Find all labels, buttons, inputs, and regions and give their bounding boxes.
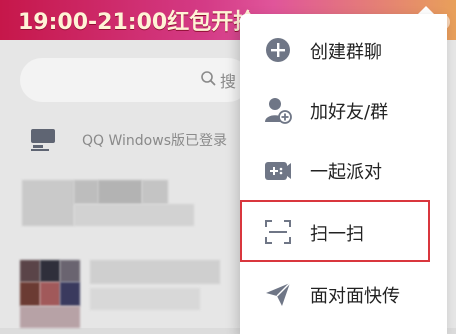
menu-item-label: 面对面快传 [310, 286, 400, 307]
highlight-annotation [240, 200, 430, 262]
banner-text: 19:00-21:00红包开抢 [18, 10, 256, 35]
menu-item-create-group[interactable]: 创建群聊 [240, 20, 447, 80]
send-plane-icon [266, 282, 291, 306]
monitor-icon [31, 129, 55, 151]
menu-item-label: 加好友/群 [310, 102, 389, 123]
menu-item-add-friend[interactable]: 加好友/群 [240, 80, 447, 140]
list-item[interactable] [0, 256, 240, 328]
search-placeholder: 搜 [220, 72, 237, 91]
menu-item-party[interactable]: 一起派对 [240, 140, 447, 200]
menu-item-label: 一起派对 [310, 162, 382, 183]
device-login-notice[interactable]: QQ Windows版已登录 [30, 126, 250, 156]
avatar [22, 180, 74, 226]
search-bar[interactable]: 搜 [20, 58, 250, 102]
menu-item-label: 创建群聊 [310, 42, 382, 63]
search-icon [201, 71, 216, 86]
party-game-icon [265, 162, 291, 180]
list-item[interactable] [0, 172, 240, 232]
menu-item-face-to-face-transfer[interactable]: 面对面快传 [240, 264, 447, 324]
add-friend-icon [265, 98, 292, 124]
add-circle-icon [266, 38, 290, 62]
avatar [20, 260, 40, 282]
plus-popup-menu: 创建群聊 加好友/群 一起派对 扫一扫 面对面快传 [240, 14, 447, 334]
notice-text: QQ Windows版已登录 [82, 133, 227, 149]
